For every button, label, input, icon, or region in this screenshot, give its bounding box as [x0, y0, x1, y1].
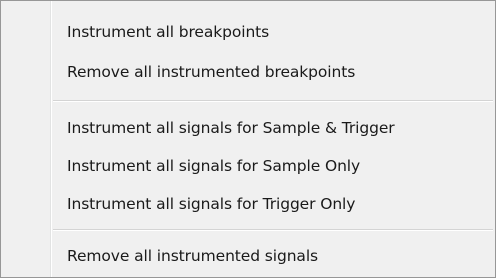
- menu-item-remove-instrumented-signals[interactable]: Remove all instrumented signals: [53, 239, 493, 275]
- menu-item-remove-instrumented-breakpoints[interactable]: Remove all instrumented breakpoints: [53, 55, 493, 91]
- menu-item-label: Instrument all signals for Sample Only: [67, 157, 361, 175]
- menu-item-label: Instrument all signals for Trigger Only: [67, 195, 356, 213]
- menu-item-label: Instrument all signals for Sample & Trig…: [67, 119, 395, 137]
- menu-separator: [53, 229, 493, 231]
- menu-item-instrument-all-breakpoints[interactable]: Instrument all breakpoints: [53, 15, 493, 51]
- menu-item-label: Remove all instrumented signals: [67, 247, 319, 265]
- menu-item-instrument-signals-sample-only[interactable]: Instrument all signals for Sample Only: [53, 149, 493, 185]
- menu-item-instrument-signals-sample-trigger[interactable]: Instrument all signals for Sample & Trig…: [53, 111, 493, 147]
- menu-item-label: Remove all instrumented breakpoints: [67, 63, 356, 81]
- context-menu: Instrument all breakpoints Remove all in…: [0, 0, 496, 278]
- gutter-divider: [51, 1, 52, 277]
- menu-item-label: Instrument all breakpoints: [67, 23, 270, 41]
- menu-separator: [53, 100, 493, 102]
- menu-icon-gutter: [1, 1, 51, 277]
- menu-item-instrument-signals-trigger-only[interactable]: Instrument all signals for Trigger Only: [53, 187, 493, 223]
